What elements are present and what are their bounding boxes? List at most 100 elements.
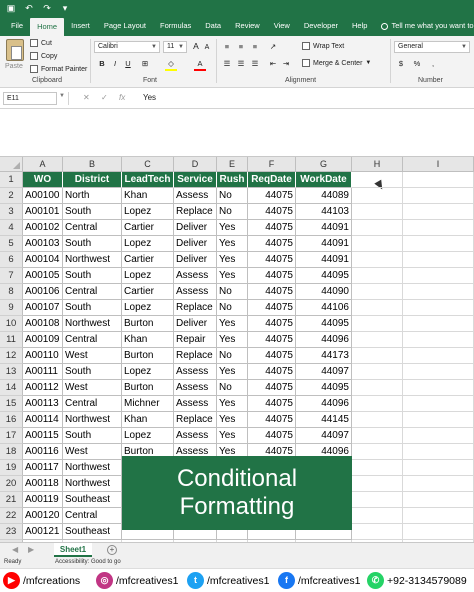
table-cell[interactable]: 44075: [248, 204, 296, 220]
empty-cell[interactable]: [403, 460, 474, 476]
table-cell[interactable]: Assess: [174, 396, 217, 412]
empty-cell[interactable]: [403, 492, 474, 508]
empty-cell[interactable]: [352, 460, 403, 476]
column-header-h[interactable]: H: [352, 157, 403, 172]
table-cell[interactable]: Assess: [174, 268, 217, 284]
empty-cell[interactable]: [403, 412, 474, 428]
tab-page-layout[interactable]: Page Layout: [97, 16, 153, 36]
table-cell[interactable]: Yes: [217, 428, 248, 444]
table-cell[interactable]: Assess: [174, 188, 217, 204]
chevron-down-icon[interactable]: ▼: [59, 93, 65, 99]
row-header[interactable]: 15: [0, 396, 23, 412]
row-header[interactable]: 23: [0, 524, 23, 540]
row-header[interactable]: 13: [0, 364, 23, 380]
empty-cell[interactable]: [352, 172, 403, 188]
table-cell[interactable]: Northwest: [63, 252, 122, 268]
table-cell[interactable]: 44091: [296, 236, 352, 252]
font-size-dropdown[interactable]: 11 ▼: [163, 41, 187, 53]
social-twitter[interactable]: t /mfcreatives1: [187, 572, 269, 589]
table-cell[interactable]: 44075: [248, 300, 296, 316]
table-cell[interactable]: Deliver: [174, 236, 217, 252]
table-cell[interactable]: Yes: [217, 316, 248, 332]
bold-button[interactable]: B: [97, 58, 107, 69]
table-cell[interactable]: South: [63, 268, 122, 284]
social-facebook[interactable]: f /mfcreatives1: [278, 572, 360, 589]
font-color-icon[interactable]: A: [195, 58, 205, 69]
table-cell[interactable]: 44075: [248, 220, 296, 236]
table-cell[interactable]: Deliver: [174, 220, 217, 236]
table-cell[interactable]: Central: [63, 396, 122, 412]
table-cell[interactable]: Replace: [174, 300, 217, 316]
empty-cell[interactable]: [403, 428, 474, 444]
table-cell[interactable]: 44075: [248, 396, 296, 412]
empty-cell[interactable]: [403, 476, 474, 492]
row-header[interactable]: 12: [0, 348, 23, 364]
table-cell[interactable]: 44097: [296, 428, 352, 444]
social-instagram[interactable]: ◎ /mfcreatives1: [96, 572, 178, 589]
align-top-icon[interactable]: ≡: [222, 41, 232, 52]
name-box[interactable]: E11: [3, 92, 57, 105]
tab-developer[interactable]: Developer: [297, 16, 345, 36]
enter-icon[interactable]: ✓: [101, 93, 108, 102]
empty-cell[interactable]: [403, 316, 474, 332]
table-cell[interactable]: Lopez: [122, 364, 174, 380]
table-cell[interactable]: West: [63, 348, 122, 364]
table-cell[interactable]: Khan: [122, 332, 174, 348]
tab-home[interactable]: Home: [30, 18, 65, 36]
empty-cell[interactable]: [403, 380, 474, 396]
table-cell[interactable]: Lopez: [122, 428, 174, 444]
table-cell[interactable]: A00117: [23, 460, 63, 476]
align-center-icon[interactable]: ☰: [236, 58, 246, 69]
table-cell[interactable]: A00115: [23, 428, 63, 444]
table-cell[interactable]: Cartier: [122, 284, 174, 300]
row-header[interactable]: 2: [0, 188, 23, 204]
table-cell[interactable]: 44095: [296, 316, 352, 332]
empty-cell[interactable]: [403, 204, 474, 220]
table-cell[interactable]: A00107: [23, 300, 63, 316]
column-header-e[interactable]: E: [217, 157, 248, 172]
align-right-icon[interactable]: ☰: [250, 58, 260, 69]
table-cell[interactable]: West: [63, 380, 122, 396]
table-cell[interactable]: No: [217, 348, 248, 364]
number-format-dropdown[interactable]: General ▼: [394, 41, 470, 53]
undo-icon[interactable]: ↶: [24, 3, 34, 13]
row-header[interactable]: 3: [0, 204, 23, 220]
prev-sheet-icon[interactable]: ◀: [12, 545, 18, 554]
cancel-icon[interactable]: ✕: [83, 93, 90, 102]
empty-cell[interactable]: [352, 236, 403, 252]
table-cell[interactable]: 44103: [296, 204, 352, 220]
row-header[interactable]: 19: [0, 460, 23, 476]
row-header[interactable]: 22: [0, 508, 23, 524]
table-cell[interactable]: Northwest: [63, 476, 122, 492]
tab-data[interactable]: Data: [198, 16, 228, 36]
table-cell[interactable]: 44097: [296, 364, 352, 380]
table-cell[interactable]: Central: [63, 508, 122, 524]
table-cell[interactable]: 44091: [296, 252, 352, 268]
table-cell[interactable]: 44096: [296, 396, 352, 412]
table-cell[interactable]: 44075: [248, 364, 296, 380]
borders-icon[interactable]: ⊞: [140, 58, 150, 69]
empty-cell[interactable]: [352, 252, 403, 268]
table-header-cell[interactable]: District: [63, 172, 122, 188]
table-cell[interactable]: 44145: [296, 412, 352, 428]
table-cell[interactable]: Michner: [122, 396, 174, 412]
empty-cell[interactable]: [352, 412, 403, 428]
table-cell[interactable]: 44075: [248, 332, 296, 348]
empty-cell[interactable]: [352, 380, 403, 396]
empty-cell[interactable]: [352, 188, 403, 204]
table-cell[interactable]: Cartier: [122, 252, 174, 268]
table-cell[interactable]: Assess: [174, 428, 217, 444]
insert-function-icon[interactable]: fx: [119, 93, 125, 102]
empty-cell[interactable]: [352, 332, 403, 348]
row-header[interactable]: 9: [0, 300, 23, 316]
empty-cell[interactable]: [352, 508, 403, 524]
table-cell[interactable]: Yes: [217, 412, 248, 428]
tell-me-box[interactable]: Tell me what you want to do: [374, 16, 474, 36]
empty-cell[interactable]: [403, 268, 474, 284]
table-cell[interactable]: A00101: [23, 204, 63, 220]
table-cell[interactable]: A00116: [23, 444, 63, 460]
column-header-f[interactable]: F: [248, 157, 296, 172]
table-cell[interactable]: A00100: [23, 188, 63, 204]
empty-cell[interactable]: [352, 284, 403, 300]
tab-file[interactable]: File: [4, 16, 30, 36]
